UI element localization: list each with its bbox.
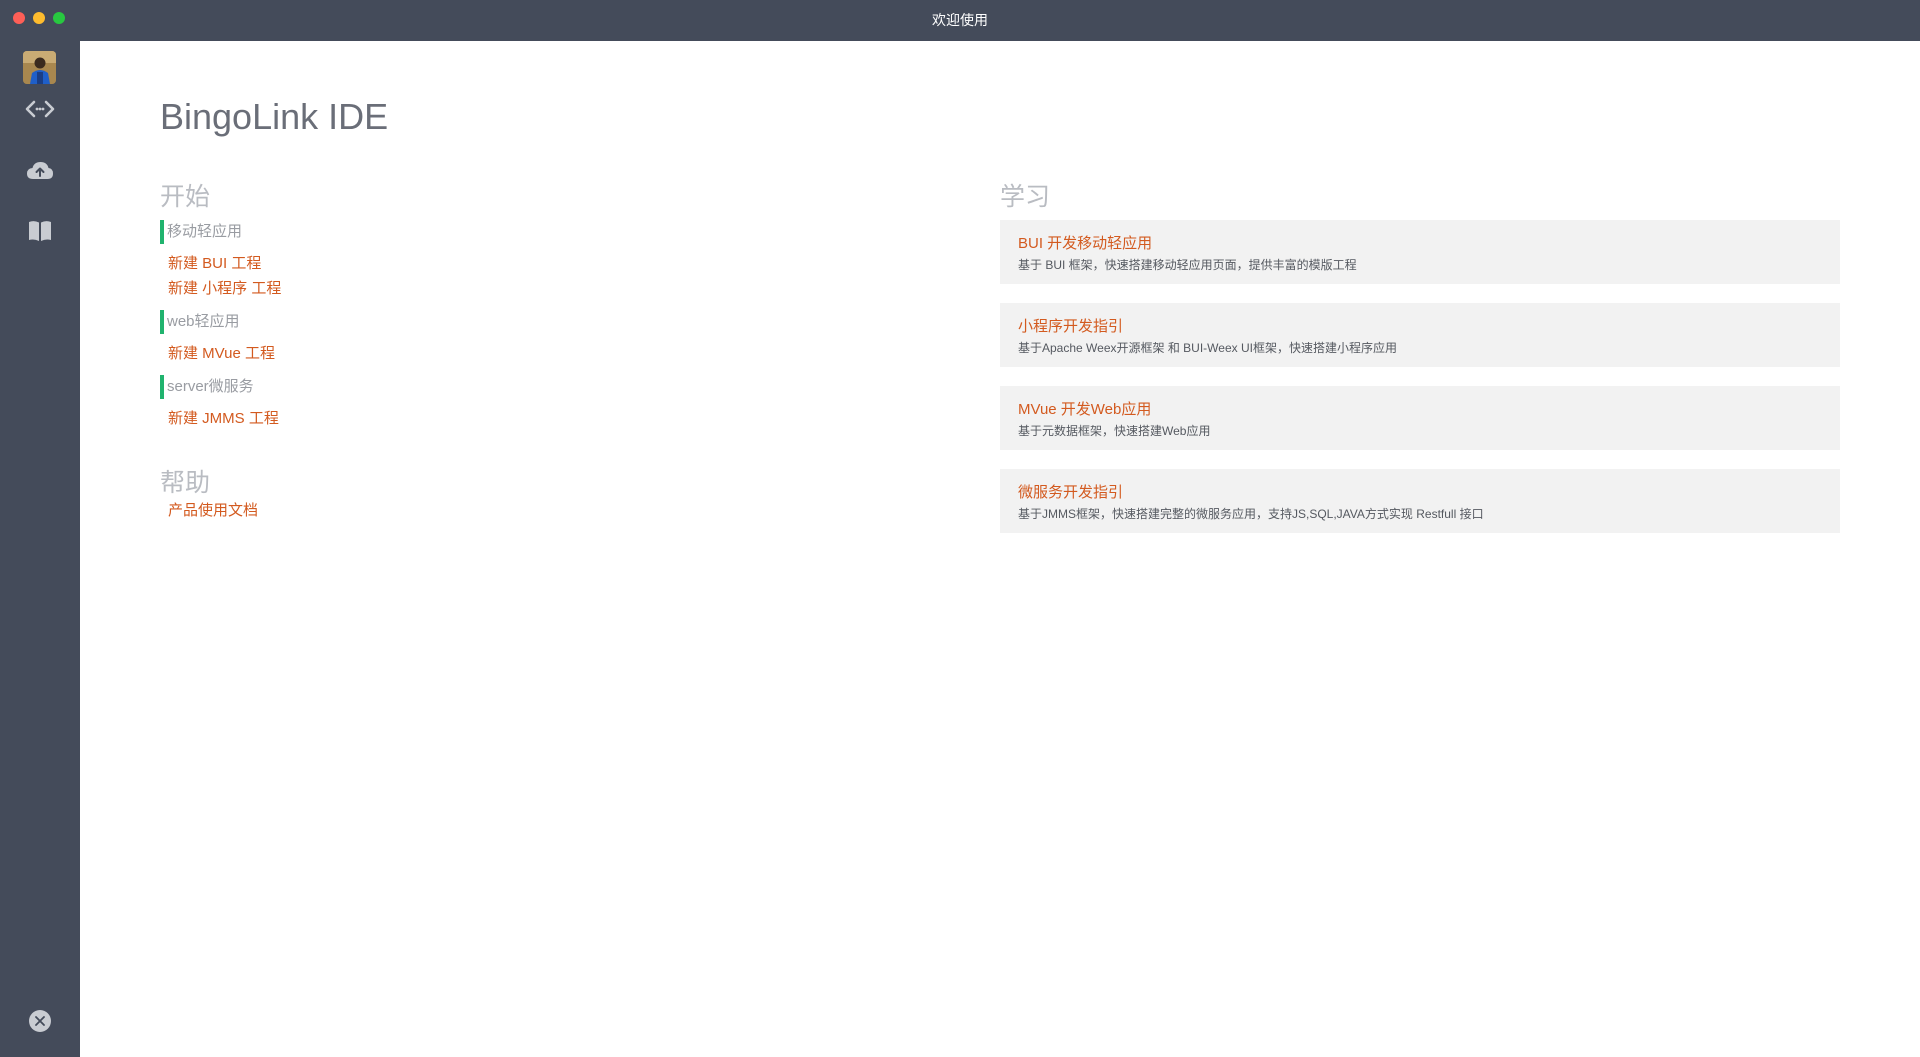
window-title: 欢迎使用 — [932, 12, 988, 28]
title-bar: 欢迎使用 — [0, 0, 1920, 41]
close-circle-icon[interactable] — [24, 1005, 56, 1037]
new-jmms-project-link[interactable]: 新建 JMMS 工程 — [168, 407, 279, 428]
book-icon[interactable] — [24, 215, 56, 247]
card-title[interactable]: 微服务开发指引 — [1018, 481, 1123, 502]
start-heading: 开始 — [160, 183, 211, 211]
card-description: 基于 BUI 框架，快速搭建移动轻应用页面，提供丰富的模版工程 — [1018, 258, 1357, 272]
avatar-image — [23, 51, 56, 84]
card-description: 基于JMMS框架，快速搭建完整的微服务应用，支持JS,SQL,JAVA方式实现 … — [1018, 507, 1484, 521]
new-miniprogram-project-link[interactable]: 新建 小程序 工程 — [168, 277, 281, 298]
category-web-light-app: web轻应用 — [160, 310, 240, 334]
help-heading: 帮助 — [160, 469, 211, 497]
learn-card-microservice[interactable]: 微服务开发指引 基于JMMS框架，快速搭建完整的微服务应用，支持JS,SQL,J… — [1000, 469, 1840, 533]
code-icon[interactable] — [24, 93, 56, 125]
card-title[interactable]: MVue 开发Web应用 — [1018, 398, 1151, 419]
welcome-page: BingoLink IDE 开始 移动轻应用 新建 BUI 工程 新建 小程序 … — [80, 41, 1920, 1057]
learn-card-miniprogram[interactable]: 小程序开发指引 基于Apache Weex开源框架 和 BUI-Weex UI框… — [1000, 303, 1840, 367]
cloud-upload-icon[interactable] — [24, 154, 56, 186]
app-window: 欢迎使用 BingoLink IDE 开始 移动轻应用 新建 BUI 工程 新建… — [0, 0, 1920, 1057]
product-docs-link[interactable]: 产品使用文档 — [168, 499, 258, 520]
new-mvue-project-link[interactable]: 新建 MVue 工程 — [168, 342, 275, 363]
learn-card-mvue[interactable]: MVue 开发Web应用 基于元数据框架，快速搭建Web应用 — [1000, 386, 1840, 450]
card-description: 基于元数据框架，快速搭建Web应用 — [1018, 424, 1211, 438]
learn-card-bui[interactable]: BUI 开发移动轻应用 基于 BUI 框架，快速搭建移动轻应用页面，提供丰富的模… — [1000, 220, 1840, 284]
sidebar — [0, 41, 80, 1057]
category-mobile-light-app: 移动轻应用 — [160, 220, 242, 244]
card-description: 基于Apache Weex开源框架 和 BUI-Weex UI框架，快速搭建小程… — [1018, 341, 1397, 355]
learn-heading: 学习 — [1000, 183, 1051, 211]
card-title[interactable]: 小程序开发指引 — [1018, 315, 1123, 336]
card-title[interactable]: BUI 开发移动轻应用 — [1018, 232, 1152, 253]
new-bui-project-link[interactable]: 新建 BUI 工程 — [168, 252, 261, 273]
page-title: BingoLink IDE — [160, 96, 389, 137]
avatar[interactable] — [23, 51, 56, 84]
category-server-microservice: server微服务 — [160, 375, 254, 399]
